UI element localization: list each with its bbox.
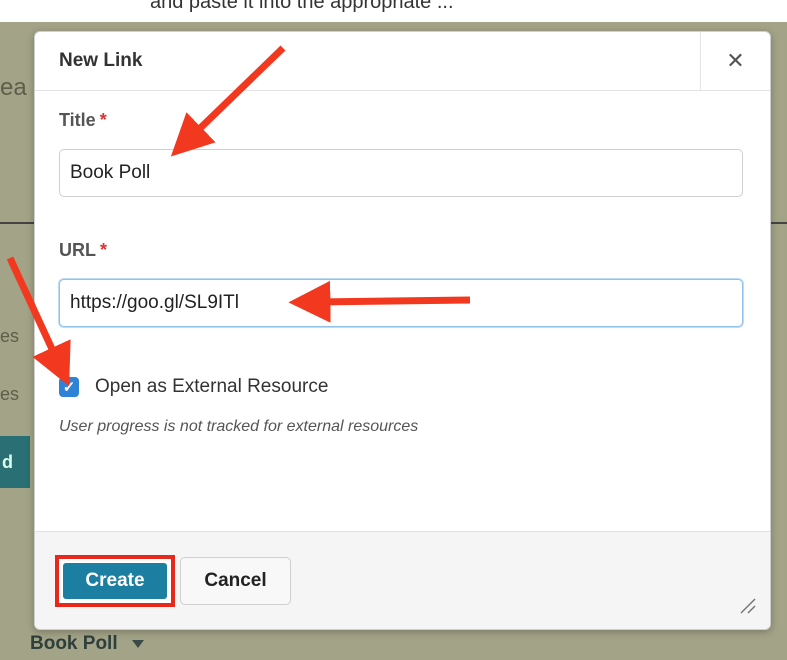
external-resource-hint: User progress is not tracked for externa… [59, 418, 419, 435]
create-button-highlight: Create [55, 555, 175, 607]
new-link-dialog: New Link ✕ Title* URL* ✓ Open as Externa… [34, 31, 771, 630]
underlying-item-label: Book Poll [30, 633, 118, 654]
underlying-button: d [0, 436, 30, 488]
resize-handle-icon[interactable] [738, 596, 756, 614]
underlying-page-text: and paste it into the appropriate ... [150, 0, 454, 13]
url-label: URL * [59, 240, 108, 260]
underlying-page-header: and paste it into the appropriate ... [0, 0, 787, 22]
url-input[interactable] [59, 279, 743, 327]
underlying-list-item: Book Poll [6, 628, 776, 660]
dialog-title: New Link [59, 50, 143, 71]
underlying-fragment: ea [0, 74, 27, 101]
dialog-header: New Link ✕ [35, 32, 770, 91]
external-resource-checkbox[interactable]: ✓ [59, 377, 79, 397]
cancel-button[interactable]: Cancel [180, 557, 291, 605]
required-mark: * [100, 240, 108, 260]
underlying-fragment: es [0, 384, 20, 404]
required-mark: * [99, 110, 107, 130]
close-button[interactable]: ✕ [700, 32, 770, 90]
close-icon: ✕ [726, 48, 745, 73]
external-resource-option: ✓ Open as External Resource [59, 376, 328, 398]
title-label: Title * [59, 110, 107, 130]
dialog-footer: Create Cancel [35, 531, 770, 629]
underlying-divider [0, 222, 36, 224]
create-button[interactable]: Create [63, 563, 167, 599]
underlying-fragment: es [0, 326, 20, 346]
chevron-down-icon [131, 640, 144, 648]
external-resource-label[interactable]: Open as External Resource [95, 376, 328, 398]
title-input[interactable] [59, 149, 743, 197]
